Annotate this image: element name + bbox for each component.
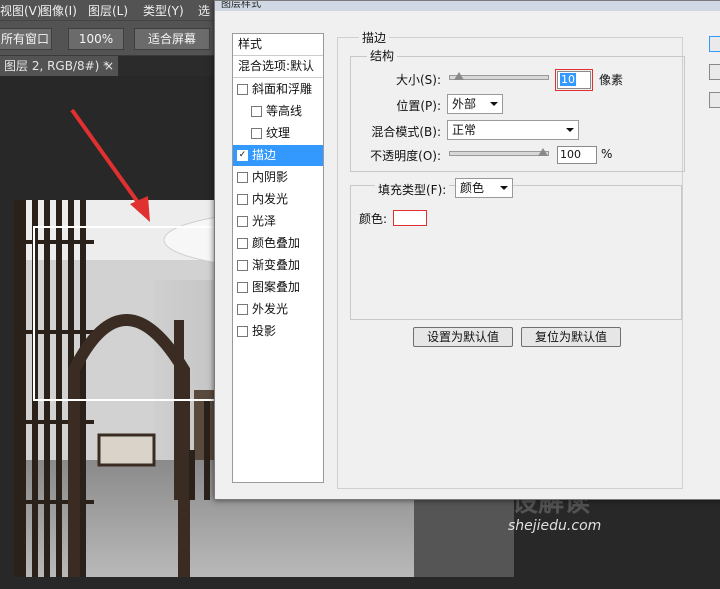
- style-item[interactable]: ✓ 描边: [233, 145, 323, 166]
- size-slider-thumb[interactable]: [454, 72, 464, 80]
- style-item[interactable]: 纹理: [233, 123, 323, 144]
- cancel-button[interactable]: [709, 64, 720, 80]
- menu-select[interactable]: 选: [198, 2, 210, 19]
- style-item-label: 图案叠加: [252, 280, 301, 294]
- all-windows-button[interactable]: 所有窗口: [0, 28, 52, 50]
- style-item[interactable]: 内阴影: [233, 167, 323, 188]
- blend-options-item[interactable]: 混合选项:默认: [233, 56, 323, 78]
- style-checkbox[interactable]: [237, 238, 248, 249]
- opacity-slider-thumb[interactable]: [538, 148, 548, 156]
- styles-header[interactable]: 样式: [233, 34, 323, 56]
- style-checkbox[interactable]: [237, 326, 248, 337]
- style-item-label: 内阴影: [252, 170, 289, 184]
- layer-style-dialog: 图层样式 样式 混合选项:默认 斜面和浮雕等高线纹理 ✓ 描边内阴影内发光光泽颜色叠…: [214, 0, 720, 500]
- style-item-label: 描边: [252, 148, 277, 162]
- style-checkbox[interactable]: [251, 128, 262, 139]
- style-item-label: 颜色叠加: [252, 236, 301, 250]
- style-item[interactable]: 内发光: [233, 189, 323, 210]
- document-tab[interactable]: 图层 2, RGB/8#) * ×: [0, 56, 119, 76]
- size-highlight-box: [555, 69, 593, 91]
- blend-mode-label: 混合模式(B):: [371, 125, 441, 139]
- style-checkbox[interactable]: [237, 194, 248, 205]
- style-item[interactable]: 等高线: [233, 101, 323, 122]
- style-checkbox[interactable]: [237, 84, 248, 95]
- style-checkbox[interactable]: [237, 282, 248, 293]
- color-swatch[interactable]: [393, 210, 427, 226]
- opacity-input[interactable]: 100: [557, 146, 597, 164]
- style-checkbox[interactable]: [237, 172, 248, 183]
- style-checkbox[interactable]: [237, 304, 248, 315]
- style-item-label: 外发光: [252, 302, 289, 316]
- opacity-unit: %: [601, 147, 613, 161]
- zoom-100-button[interactable]: 100%: [68, 28, 124, 50]
- close-icon[interactable]: ×: [104, 56, 114, 76]
- dialog-title: 图层样式: [215, 1, 720, 11]
- blend-mode-select[interactable]: 正常: [447, 120, 579, 140]
- style-checkbox[interactable]: ✓: [237, 150, 248, 161]
- style-checkbox[interactable]: [237, 260, 248, 271]
- style-item[interactable]: 斜面和浮雕: [233, 79, 323, 100]
- style-item-label: 投影: [252, 324, 277, 338]
- size-label: 大小(S):: [395, 73, 441, 87]
- fill-type-group: [350, 185, 682, 320]
- style-checkbox[interactable]: [251, 106, 262, 117]
- style-item-label: 内发光: [252, 192, 289, 206]
- style-item-label: 等高线: [266, 104, 303, 118]
- document-tab-title: 图层 2, RGB/8#) *: [4, 59, 110, 73]
- style-item-label: 斜面和浮雕: [252, 82, 313, 96]
- style-checkbox[interactable]: [237, 216, 248, 227]
- styles-list: 样式 混合选项:默认 斜面和浮雕等高线纹理 ✓ 描边内阴影内发光光泽颜色叠加渐变叠加…: [232, 33, 324, 483]
- style-item-label: 光泽: [252, 214, 277, 228]
- fill-type-select[interactable]: 颜色: [455, 178, 513, 198]
- new-style-button[interactable]: [709, 92, 720, 108]
- stroke-section-title: 描边: [359, 29, 390, 46]
- style-item-label: 纹理: [266, 126, 291, 140]
- reset-default-button[interactable]: 复位为默认值: [521, 327, 621, 347]
- white-selection-frame: [33, 226, 227, 401]
- red-arrow-annotation: [70, 108, 150, 222]
- fit-screen-button[interactable]: 适合屏幕: [134, 28, 210, 50]
- size-unit: 像素: [599, 73, 624, 87]
- structure-title: 结构: [367, 47, 398, 64]
- watermark-url: shejiedu.com: [508, 518, 602, 534]
- style-item[interactable]: 颜色叠加: [233, 233, 323, 254]
- style-item[interactable]: 图案叠加: [233, 277, 323, 298]
- menu-type[interactable]: 类型(Y): [143, 2, 184, 19]
- size-slider[interactable]: [449, 72, 549, 80]
- menu-layer[interactable]: 图层(L): [88, 2, 128, 19]
- opacity-slider[interactable]: [449, 148, 549, 156]
- style-item[interactable]: 外发光: [233, 299, 323, 320]
- fill-type-label: 填充类型(F):: [375, 181, 450, 198]
- menu-image[interactable]: 图像(I): [40, 2, 77, 19]
- color-label: 颜色:: [359, 212, 388, 226]
- position-label: 位置(P):: [396, 99, 441, 113]
- style-item[interactable]: 渐变叠加: [233, 255, 323, 276]
- opacity-label: 不透明度(O):: [370, 149, 441, 163]
- position-select[interactable]: 外部: [447, 94, 503, 114]
- menu-view[interactable]: 视图(V): [0, 2, 42, 19]
- style-item[interactable]: 投影: [233, 321, 323, 342]
- style-item[interactable]: 光泽: [233, 211, 323, 232]
- ok-button[interactable]: [709, 36, 720, 52]
- make-default-button[interactable]: 设置为默认值: [413, 327, 513, 347]
- style-item-label: 渐变叠加: [252, 258, 301, 272]
